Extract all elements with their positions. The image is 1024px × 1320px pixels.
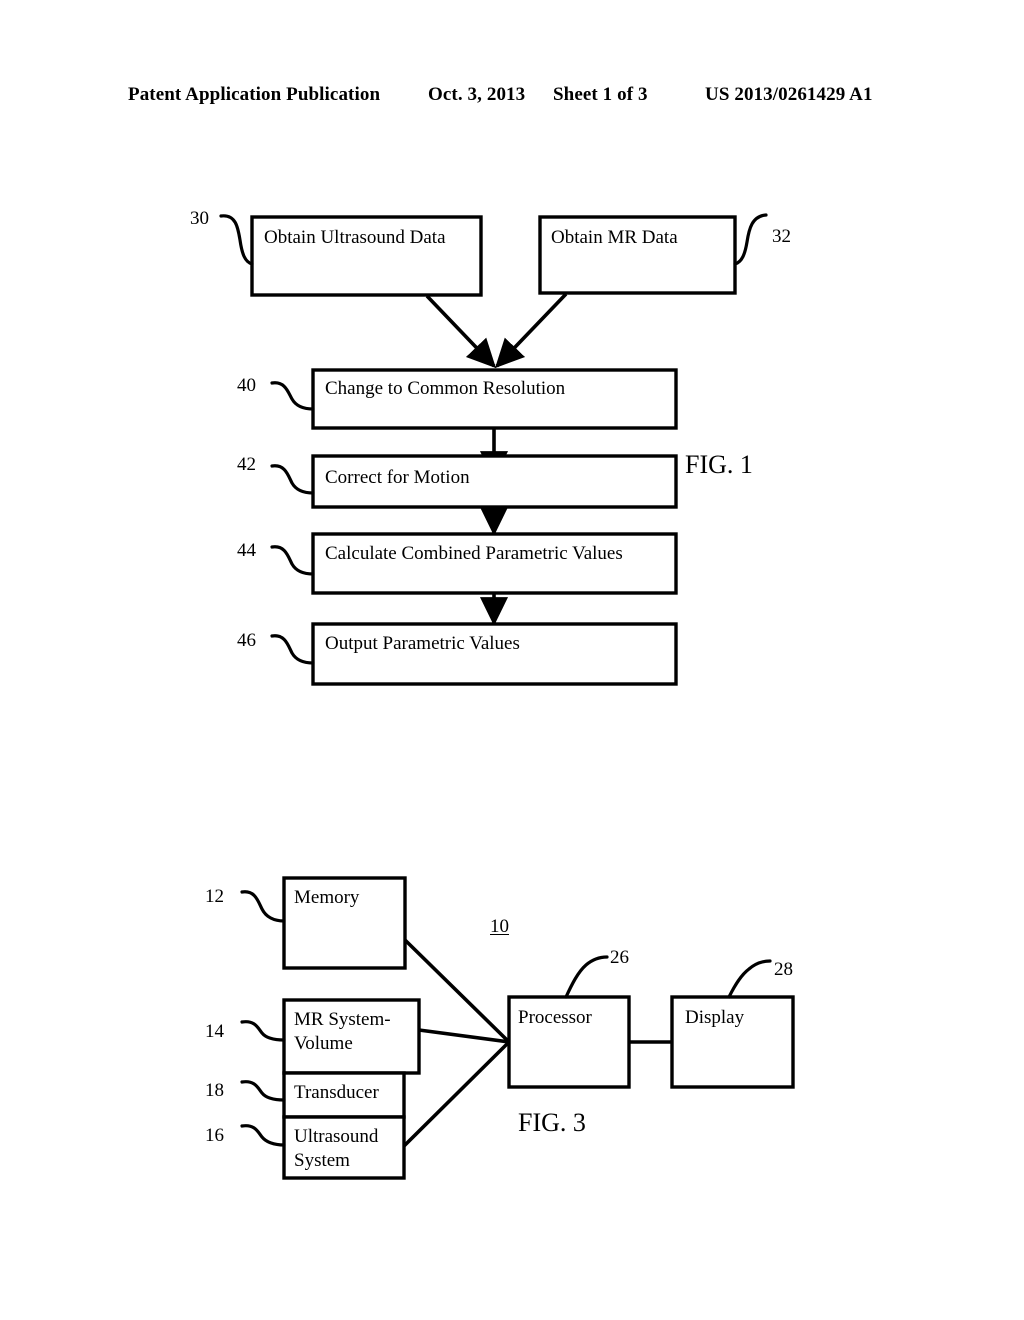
lead-line-44 (270, 545, 315, 576)
lead-line-14 (240, 1020, 286, 1042)
figure-3-caption: FIG. 3 (518, 1108, 586, 1137)
lead-line-16 (240, 1124, 286, 1147)
block-box-label-processor: Processor (518, 1007, 592, 1028)
reference-numeral-46: 46 (237, 630, 256, 651)
patent-figure-canvas (219, 213, 795, 1180)
block-box-label-ultrasound-system: Ultrasound System (294, 1126, 379, 1171)
block-box-label-display: Display (685, 1007, 745, 1028)
reference-numeral-14: 14 (205, 1021, 224, 1042)
reference-numeral-40: 40 (237, 375, 256, 396)
reference-numeral-44: 44 (237, 540, 256, 561)
lead-line-26 (564, 955, 609, 999)
lead-line-28 (727, 959, 772, 999)
reference-numeral-32: 32 (772, 226, 791, 247)
flow-box-label-change-to-common-resolution: Change to Common Resolution (325, 378, 566, 399)
lead-line-18 (240, 1080, 286, 1102)
lead-line-30 (219, 214, 254, 266)
lead-line-12 (240, 890, 286, 923)
reference-numeral-26: 26 (610, 947, 629, 968)
flow-box-label-output-parametric-values: Output Parametric Values (325, 633, 520, 654)
block-box-label-transducer: Transducer (294, 1082, 379, 1103)
lead-line-40 (270, 381, 315, 411)
lead-line-46 (270, 634, 315, 665)
reference-numeral-18: 18 (205, 1080, 224, 1101)
lead-line-42 (270, 464, 315, 495)
block-box-label-mr-system-volume: MR System- Volume (294, 1009, 391, 1054)
flow-box-label-obtain-ultrasound-data: Obtain Ultrasound Data (264, 227, 446, 248)
flow-box-label-obtain-mr-data: Obtain MR Data (551, 227, 678, 248)
connector-mr-system-to-processor (418, 1028, 510, 1044)
reference-numeral-10-system: 10 (490, 916, 509, 937)
figure-1-caption: FIG. 1 (685, 450, 753, 479)
reference-numeral-28: 28 (774, 959, 793, 980)
reference-numeral-12: 12 (205, 886, 224, 907)
reference-numeral-30: 30 (190, 208, 209, 229)
reference-numeral-42: 42 (237, 454, 256, 475)
flow-arrow-ultrasound-to-resolution (425, 294, 496, 369)
flow-arrow-mr-to-resolution (495, 292, 568, 369)
flow-box-label-calculate-combined-parametric-values: Calculate Combined Parametric Values (325, 543, 623, 564)
reference-numeral-16: 16 (205, 1125, 224, 1146)
block-box-label-memory: Memory (294, 887, 360, 908)
lead-line-32 (733, 213, 768, 266)
flow-box-label-correct-for-motion: Correct for Motion (325, 467, 470, 488)
